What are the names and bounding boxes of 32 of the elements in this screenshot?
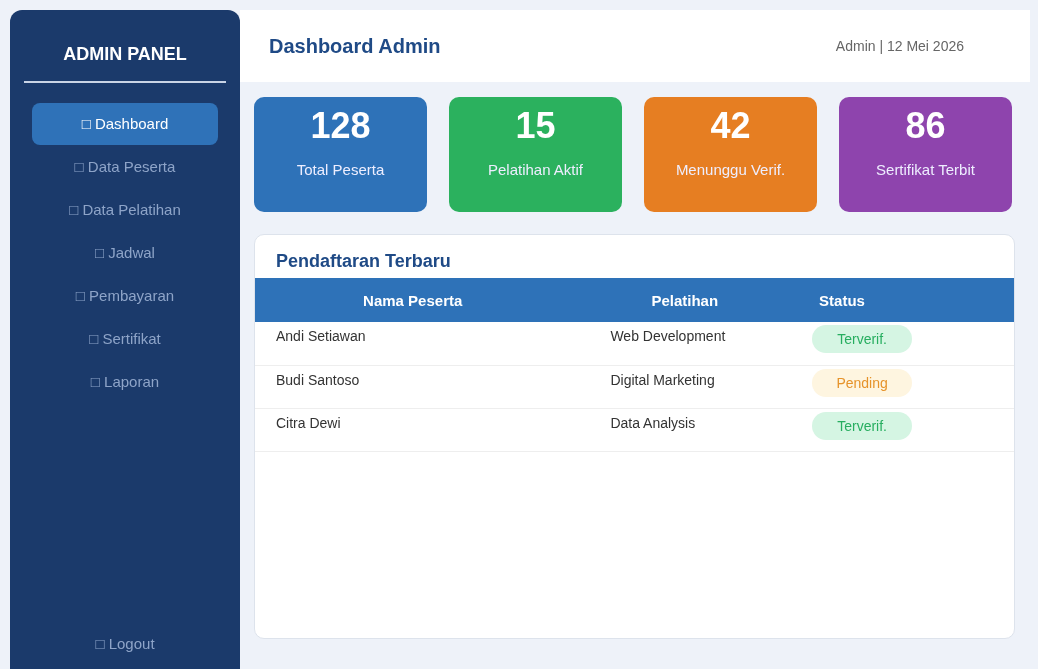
stat-label: Sertifikat Terbit bbox=[875, 161, 976, 178]
card-title: Pendaftaran Terbaru bbox=[275, 250, 452, 273]
stat-value: 15 bbox=[514, 104, 557, 147]
status-badge: Terverif. bbox=[812, 411, 913, 440]
stat-label: Menunggu Verif. bbox=[674, 161, 787, 178]
table-cell: Web Development bbox=[610, 328, 726, 344]
logout-link[interactable]: □ Logout bbox=[95, 635, 155, 669]
stat-value: 128 bbox=[309, 104, 372, 147]
sidebar-title: ADMIN PANEL bbox=[24, 10, 226, 83]
nav-item[interactable]: □ Laporan bbox=[32, 361, 218, 403]
stat-value: 86 bbox=[904, 104, 947, 147]
table-cell: Digital Marketing bbox=[610, 371, 715, 388]
nav-item[interactable]: □ Data Peserta bbox=[32, 146, 218, 188]
stat-label: Total Peserta bbox=[295, 161, 386, 178]
nav-item[interactable]: □ Dashboard bbox=[32, 103, 218, 145]
table-cell: Budi Santoso bbox=[276, 371, 360, 388]
stat-label: Pelatihan Aktif bbox=[486, 161, 585, 178]
nav-item[interactable]: □ Jadwal bbox=[32, 232, 218, 274]
status-badge: Pending bbox=[812, 368, 913, 397]
table-cell: Andi Setiawan bbox=[276, 328, 366, 344]
column-header: Pelatihan bbox=[570, 278, 800, 322]
page-title: Dashboard Admin bbox=[269, 34, 441, 58]
column-header: Nama Peserta bbox=[255, 278, 571, 322]
column-header: Status bbox=[799, 278, 1014, 322]
nav-item[interactable]: □ Sertifikat bbox=[32, 318, 218, 360]
table-cell: Citra Dewi bbox=[276, 414, 341, 431]
status-badge: Terverif. bbox=[812, 325, 913, 353]
nav-item[interactable]: □ Data Pelatihan bbox=[32, 189, 218, 231]
stat-value: 42 bbox=[709, 104, 752, 147]
nav-item[interactable]: □ Pembayaran bbox=[32, 275, 218, 317]
user-date-text: Admin | 12 Mei 2026 bbox=[835, 38, 964, 54]
table-cell: Data Analysis bbox=[610, 414, 696, 431]
